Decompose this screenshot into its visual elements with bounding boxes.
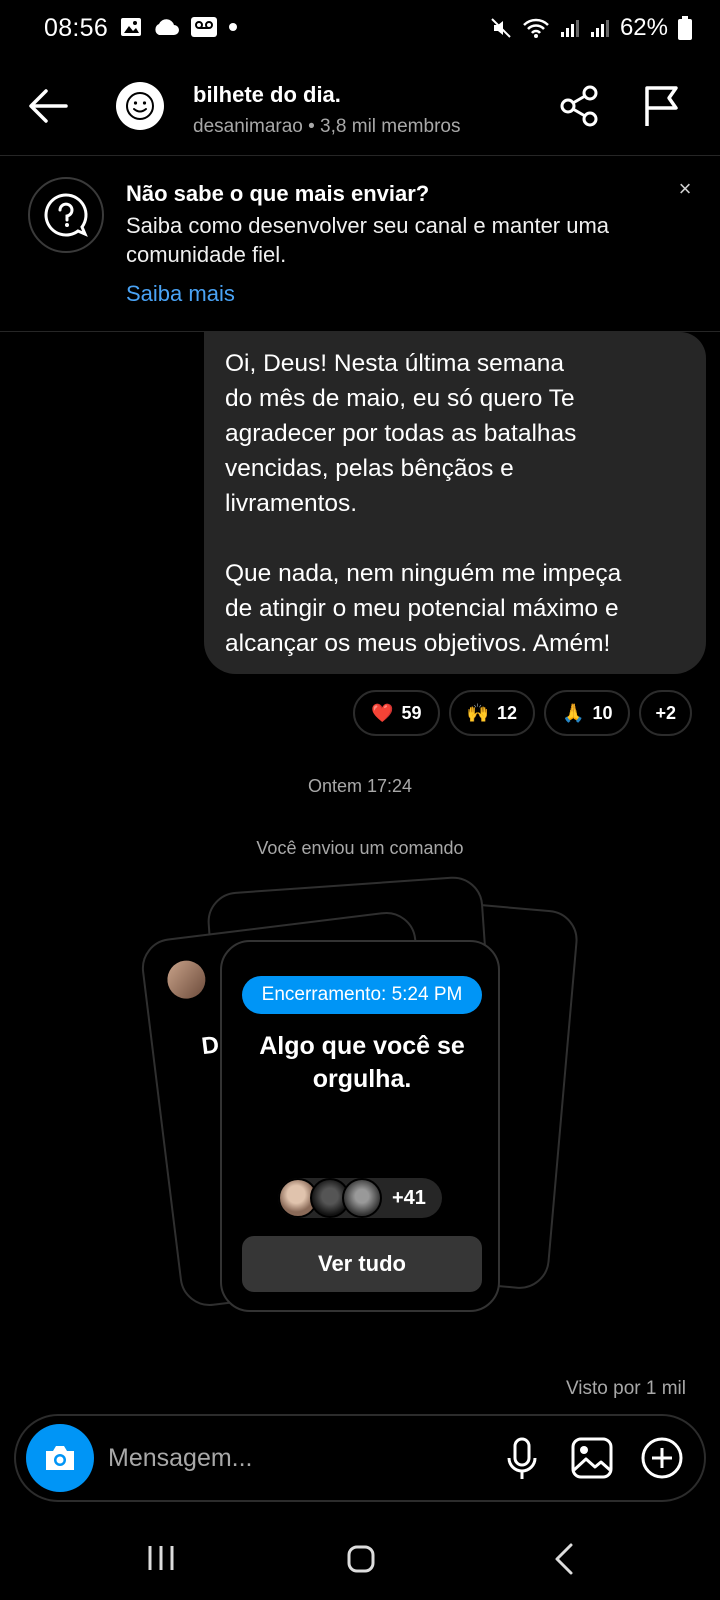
dot-icon — [229, 23, 237, 31]
end-time-badge: Encerramento: 5:24 PM — [242, 976, 482, 1014]
signal-icon — [590, 20, 609, 37]
recent-apps-icon[interactable] — [146, 1542, 176, 1574]
prompt-text: Algo que você se orgulha. — [259, 1032, 465, 1093]
status-right-icons: 62% — [490, 14, 692, 42]
channel-title[interactable]: bilhete do dia. — [193, 82, 341, 108]
tip-banner: Não sabe o que mais enviar? Saiba como d… — [0, 157, 720, 332]
heart-emoji-icon: ❤️ — [371, 702, 394, 723]
reaction-count: 10 — [592, 702, 613, 723]
channel-avatar[interactable] — [116, 82, 164, 130]
channel-subtitle: desanimarao • 3,8 mil membros — [193, 116, 461, 137]
prompt-card[interactable]: Encerramento: 5:24 PM Algo que você se o… — [220, 940, 500, 1312]
close-icon[interactable]: × — [674, 178, 696, 201]
add-icon[interactable] — [640, 1436, 684, 1480]
status-time: 08:56 — [44, 14, 109, 42]
reaction-count: 59 — [401, 702, 422, 723]
question-icon — [28, 177, 104, 253]
view-all-button[interactable]: Ver tudo — [242, 1236, 482, 1292]
back-arrow-icon[interactable] — [26, 86, 70, 126]
reaction-count: 12 — [496, 702, 518, 723]
voicemail-icon — [191, 17, 217, 37]
channel-header: bilhete do dia. desanimarao • 3,8 mil me… — [0, 58, 720, 156]
banner-title: Não sabe o que mais enviar? — [126, 181, 430, 206]
avatar — [342, 1178, 382, 1218]
battery-icon — [678, 16, 692, 40]
message-bubble[interactable]: Oi, Deus! Nesta última semana do mês de … — [204, 332, 706, 674]
message-input[interactable] — [108, 1438, 468, 1478]
participants-count: +41 — [392, 1186, 426, 1209]
image-icon — [121, 18, 141, 36]
praying-hands-emoji-icon: 🙏 — [562, 702, 585, 723]
wifi-icon — [523, 18, 549, 38]
raised-hands-emoji-icon: 🙌 — [466, 702, 489, 723]
avatar — [165, 958, 208, 1001]
prompt-card-back-text: D — [200, 1031, 221, 1061]
share-icon[interactable] — [558, 84, 602, 128]
seen-count: Visto por 1 mil — [565, 1378, 686, 1399]
camera-icon — [46, 1446, 74, 1470]
banner-text: Saiba como desenvolver seu canal e mante… — [126, 213, 610, 267]
signal-icon — [560, 20, 579, 37]
gallery-icon[interactable] — [570, 1436, 614, 1480]
message-composer — [14, 1414, 706, 1502]
battery-percent: 62% — [619, 14, 668, 41]
system-message: Você enviou um comando — [256, 838, 464, 858]
learn-more-link[interactable]: Saiba mais — [126, 281, 235, 307]
camera-button[interactable] — [26, 1424, 94, 1492]
nav-back-icon[interactable] — [552, 1542, 576, 1576]
home-icon[interactable] — [346, 1544, 376, 1574]
status-left-icons — [120, 16, 238, 38]
reaction-heart[interactable]: ❤️ 59 — [353, 690, 440, 736]
message-timestamp: Ontem 17:24 — [307, 776, 413, 796]
reaction-raised-hands[interactable]: 🙌 12 — [448, 690, 536, 736]
reaction-more[interactable]: +2 — [639, 690, 692, 736]
mute-icon — [491, 18, 511, 38]
reaction-count: +2 — [655, 702, 676, 723]
reaction-praying-hands[interactable]: 🙏 10 — [544, 690, 631, 736]
participants-avatars[interactable]: +41 — [278, 1178, 442, 1218]
microphone-icon[interactable] — [500, 1436, 544, 1482]
cloud-icon — [155, 19, 179, 35]
smiley-icon — [126, 92, 154, 120]
message-text: Oi, Deus! Nesta última semana do mês de … — [225, 350, 622, 657]
reactions-bar: ❤️ 59 🙌 12 🙏 10 +2 — [353, 690, 692, 736]
flag-icon[interactable] — [642, 84, 682, 128]
status-bar: 08:56 62% — [0, 0, 720, 58]
system-nav-bar — [0, 1520, 720, 1600]
